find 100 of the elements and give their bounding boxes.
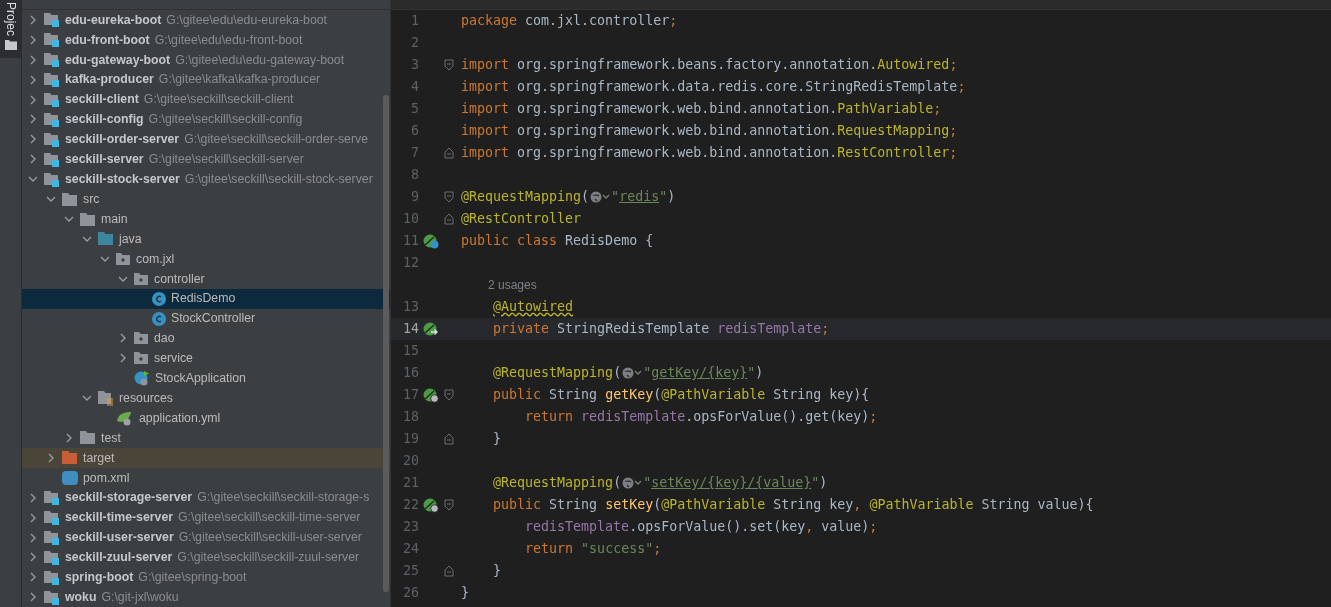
tree-row[interactable]: edu-gateway-boot G:\gitee\edu\edu-gateway-boot (22, 49, 390, 70)
tree-row[interactable]: pom.xml (22, 467, 390, 488)
scrollbar-thumb[interactable] (383, 95, 389, 592)
code-token: } (461, 584, 469, 603)
bean-web-icon[interactable] (423, 497, 439, 513)
code-token: ) (667, 188, 676, 207)
tab-label: Projec (4, 2, 17, 36)
chevron-right-icon[interactable] (28, 94, 38, 105)
chevron-right-icon[interactable] (28, 552, 38, 563)
tree-row[interactable]: controller (22, 268, 390, 289)
chevron-right-icon[interactable] (64, 433, 74, 443)
bean-web-icon[interactable] (423, 387, 439, 403)
node-name: com.jxl (136, 250, 175, 268)
module-folder-icon (44, 92, 60, 108)
tree-row[interactable]: seckill-config G:\gitee\seckill\seckill-config (22, 109, 390, 130)
chevron-right-icon[interactable] (28, 592, 38, 603)
chevron-right-icon[interactable] (28, 14, 38, 25)
node-name: controller (154, 270, 205, 288)
chevron-right-icon[interactable] (28, 134, 38, 145)
globe-dropdown-icon[interactable] (590, 191, 611, 203)
chevron-right-icon[interactable] (28, 154, 38, 165)
node-path: G:\gitee\edu\edu-eureka-boot (166, 11, 327, 29)
code-token: ( (613, 474, 622, 493)
tree-row[interactable]: edu-front-boot G:\gitee\edu\edu-front-boot (22, 29, 390, 50)
tree-row[interactable]: main (22, 209, 390, 229)
tree-row[interactable]: dao (22, 328, 390, 349)
project-tool-tab[interactable]: Projec (0, 0, 21, 58)
code-token: "success" (581, 540, 654, 559)
tree-row[interactable]: src (22, 189, 390, 210)
line-number: 13 (402, 298, 419, 317)
tree-row[interactable]: com.jxl (22, 248, 390, 269)
tree-row[interactable]: seckill-time-server G:\gitee\seckill\seckill-time-server (22, 507, 390, 528)
tree-row[interactable]: StockController (22, 308, 390, 329)
tree-row[interactable]: woku G:\git-jxl\woku (22, 587, 390, 607)
chevron-right-icon[interactable] (28, 54, 38, 65)
tree-row[interactable]: seckill-storage-server G:\gitee\seckill\seckill-storage-s (22, 487, 390, 508)
code-token: return (525, 540, 574, 559)
code-token: import (461, 144, 510, 163)
node-path: G:\gitee\seckill\seckill-user-server (178, 529, 362, 547)
tree-row[interactable]: resources (22, 388, 390, 409)
tree-row[interactable]: StockApplication (22, 368, 390, 389)
module-folder-icon (44, 530, 60, 545)
code-token: RequestMapping (837, 122, 950, 141)
tree-row[interactable]: target (22, 447, 390, 468)
tree-row[interactable]: spring-boot G:\gitee\spring-boot (22, 567, 390, 588)
fold-marker-icon[interactable] (444, 213, 454, 225)
tree-row[interactable]: edu-eureka-boot G:\gitee\edu\edu-eureka-boot (22, 10, 390, 30)
tree-row[interactable]: application.yml (22, 408, 390, 429)
bean-class-icon[interactable] (423, 233, 439, 249)
code-token: ( (581, 188, 590, 207)
chevron-right-icon[interactable] (118, 333, 128, 344)
chevron-right-icon[interactable] (28, 114, 38, 125)
line-number: 22 (402, 496, 419, 515)
fold-marker-icon[interactable] (444, 389, 454, 401)
code-token: import (461, 100, 510, 119)
chevron-right-icon[interactable] (28, 34, 38, 45)
fold-marker-icon[interactable] (444, 59, 454, 71)
node-path: G:\gitee\seckill\seckill-config (148, 111, 303, 129)
code-token: ; (933, 100, 942, 119)
fold-marker-icon[interactable] (444, 565, 454, 577)
chevron-right-icon[interactable] (118, 353, 128, 364)
tree-row[interactable]: seckill-client G:\gitee\seckill\seckill-client (22, 89, 390, 110)
chevron-right-icon[interactable] (28, 512, 38, 523)
line-number: 18 (402, 408, 419, 427)
tree-row[interactable]: seckill-order-server G:\gitee\seckill\seckill-order-serve (22, 129, 390, 150)
node-path: G:\gitee\kafka\kafka-producer (158, 71, 321, 89)
tree-row[interactable]: test (22, 428, 390, 448)
chevron-right-icon[interactable] (28, 572, 38, 583)
chevron-right-icon[interactable] (28, 492, 38, 503)
fold-marker-icon[interactable] (444, 433, 454, 445)
tree-row[interactable]: kafka-producer G:\gitee\kafka\kafka-producer (22, 69, 390, 90)
chevron-right-icon[interactable] (28, 532, 38, 543)
tree-row[interactable]: java (22, 228, 390, 249)
code-token: , (853, 496, 862, 515)
fold-marker-icon[interactable] (444, 191, 454, 203)
module-folder-icon (44, 131, 60, 147)
tree-row[interactable]: seckill-user-server G:\gitee\seckill\seckill-user-server (22, 527, 390, 548)
chevron-right-icon[interactable] (28, 74, 38, 85)
line-number: 20 (402, 452, 419, 471)
usages-hint[interactable]: 2 usages (456, 276, 537, 294)
code-token: , (805, 518, 814, 537)
fold-marker-icon[interactable] (444, 147, 454, 159)
node-name: src (83, 190, 100, 208)
code-token: RedisDemo { (565, 232, 654, 251)
chevron-down-icon[interactable] (64, 214, 74, 224)
code-token: redisTemplate (717, 320, 822, 339)
tree-row[interactable]: service (22, 348, 390, 369)
globe-dropdown-icon[interactable] (622, 367, 643, 379)
tree-row[interactable]: seckill-zuul-server G:\gitee\seckill\seckill-zuul-server (22, 547, 390, 568)
tree-row[interactable]: seckill-server G:\gitee\seckill\seckill-server (22, 149, 390, 170)
fold-marker-icon[interactable] (444, 499, 454, 511)
tree-row[interactable]: RedisDemo (22, 288, 390, 309)
code-token: String key (773, 496, 854, 515)
code-token: String (549, 386, 599, 405)
globe-dropdown-icon[interactable] (622, 477, 643, 489)
code-token: " (811, 474, 820, 493)
tree-row[interactable]: seckill-stock-server G:\gitee\seckill\seckill-stock-server (22, 169, 390, 190)
chevron-right-icon[interactable] (46, 452, 56, 463)
node-name: seckill-stock-server (65, 171, 180, 188)
code-token: @RequestMapping (493, 474, 614, 493)
